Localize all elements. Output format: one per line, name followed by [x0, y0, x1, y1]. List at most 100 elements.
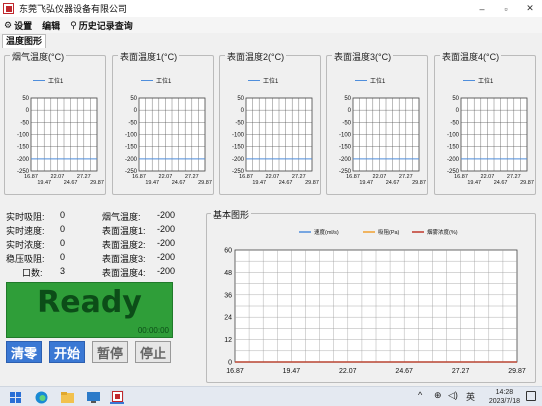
x-tick-label: 27.27 — [77, 174, 91, 180]
gear-icon: ⚙ — [4, 19, 13, 30]
y-tick-label: 50 — [344, 96, 351, 102]
temp-chart-5: 表面温度4(°C) 工位1 50 0 -50 -100 -150 -200 -250 16.87 2… — [434, 50, 536, 195]
y-tick-label: 0 — [456, 108, 460, 114]
stat-value-speed: 0 — [60, 224, 66, 234]
y-tick-label: 24 — [224, 315, 232, 322]
stat-label-surface-temp-3: 表面温度3: — [102, 254, 146, 264]
edge-browser-icon[interactable] — [34, 390, 48, 404]
y-tick-label: -150 — [447, 145, 460, 151]
y-tick-label: 36 — [224, 292, 232, 299]
x-tick-label: 29.87 — [198, 180, 212, 186]
y-tick-label: 50 — [237, 96, 244, 102]
y-tick-label: -100 — [232, 133, 245, 139]
x-tick-label: 29.87 — [520, 180, 534, 186]
tab-row: 温度图形 — [0, 34, 542, 48]
minimize-button[interactable]: – — [470, 0, 494, 17]
stat-value-surface-temp-1: -200 — [157, 224, 176, 234]
menu-settings-label: 设置 — [14, 20, 33, 31]
y-tick-label: -50 — [235, 120, 244, 126]
x-tick-label: 19.47 — [37, 180, 51, 186]
volume-icon[interactable]: ◁) — [448, 390, 458, 401]
stat-label-concentration: 实时浓度: — [6, 240, 45, 250]
x-tick-label: 16.87 — [226, 368, 244, 375]
legend-label: 速度(ml/s) — [314, 228, 339, 236]
menu-edit[interactable]: 编辑 — [42, 19, 60, 32]
y-tick-label: 50 — [22, 96, 29, 102]
x-tick-label: 24.67 — [172, 180, 186, 186]
x-tick-label: 16.87 — [24, 174, 38, 180]
x-tick-label: 22.07 — [481, 174, 495, 180]
menu-settings[interactable]: ⚙ 设置 — [4, 19, 32, 32]
x-tick-label: 24.67 — [395, 368, 413, 375]
stat-label-resistance: 实时吸阻: — [6, 212, 45, 222]
chevron-up-icon[interactable]: ^ — [418, 390, 422, 400]
stop-button[interactable]: 停止 — [135, 341, 171, 363]
windows-start-icon[interactable] — [8, 390, 22, 404]
close-button[interactable]: ✕ — [518, 0, 542, 17]
y-tick-label: -50 — [342, 120, 351, 126]
stat-value-concentration: 0 — [60, 238, 66, 248]
temp-chart-2: 表面温度1(°C) 工位1 50 0 -50 -100 -150 -200 -250 16.87 2… — [112, 50, 214, 195]
x-tick-label: 29.87 — [90, 180, 104, 186]
remote-desktop-icon[interactable] — [86, 390, 100, 404]
ime-indicator[interactable]: 英 — [466, 390, 475, 403]
app-taskbar-icon[interactable] — [110, 390, 124, 404]
file-explorer-icon[interactable] — [60, 390, 74, 404]
y-tick-label: -200 — [339, 157, 352, 163]
stat-label-smoke-temp: 烟气温度: — [102, 212, 141, 222]
x-tick-label: 29.87 — [305, 180, 319, 186]
y-tick-label: -200 — [17, 157, 30, 163]
x-tick-label: 24.67 — [279, 180, 293, 186]
reset-button[interactable]: 清零 — [6, 341, 42, 363]
y-tick-label: 0 — [134, 108, 138, 114]
x-tick-label: 22.07 — [51, 174, 65, 180]
y-tick-label: 48 — [224, 270, 232, 277]
stat-value-surface-temp-4: -200 — [157, 266, 176, 276]
y-tick-label: -150 — [232, 145, 245, 151]
app-logo-icon — [3, 3, 14, 14]
temp-chart-plot: 500-50-100-150-200-25016.87 22.07 27.2719.… — [17, 96, 104, 186]
basic-chart: 速度(ml/s) 吸阻(Pa) 烟雾浓度(%) 60 48 36 24 12 016.87 19.… — [224, 228, 526, 375]
x-tick-label: 22.07 — [339, 368, 357, 375]
x-tick-label: 24.67 — [386, 180, 400, 186]
network-icon[interactable]: ⊕ — [434, 390, 442, 401]
y-tick-label: 50 — [452, 96, 459, 102]
pause-button[interactable]: 暂停 — [92, 341, 128, 363]
taskbar: ^ ⊕ ◁) 英 14:28 2023/7/18 — [0, 386, 542, 406]
x-tick-label: 27.27 — [507, 174, 521, 180]
start-button[interactable]: 开始 — [49, 341, 85, 363]
x-tick-label: 29.87 — [508, 368, 526, 375]
x-tick-label: 16.87 — [132, 174, 146, 180]
maximize-button[interactable]: ▫ — [494, 0, 518, 17]
stat-label-stable-resistance: 稳压吸阻: — [6, 254, 45, 264]
y-tick-label: -100 — [339, 133, 352, 139]
stats-panel: 实时吸阻: 0 实时速度: 0 实时浓度: 0 稳压吸阻: 0 口数: 3 烟气… — [0, 205, 200, 283]
y-tick-label: -150 — [17, 145, 30, 151]
x-tick-label: 27.27 — [185, 174, 199, 180]
x-tick-label: 24.67 — [494, 180, 508, 186]
y-tick-label: -100 — [125, 133, 138, 139]
y-tick-label: 60 — [224, 248, 232, 255]
y-tick-label: 0 — [26, 108, 30, 114]
status-panel: Ready 00:00:00 — [6, 282, 173, 338]
x-tick-label: 29.87 — [412, 180, 426, 186]
tab-temperature-chart[interactable]: 温度图形 — [2, 34, 47, 48]
x-tick-label: 24.67 — [64, 180, 78, 186]
clock[interactable]: 14:28 2023/7/18 — [489, 388, 520, 406]
x-tick-label: 16.87 — [454, 174, 468, 180]
basic-chart-group: 基本图形 速度(ml/s) 吸阻(Pa) 烟雾浓度(%) 60 48 36 24 12 0 16.… — [206, 208, 536, 383]
x-tick-label: 27.27 — [292, 174, 306, 180]
menu-history[interactable]: ⚲ 历史记录查询 — [70, 19, 133, 32]
y-tick-label: -50 — [128, 120, 137, 126]
x-tick-label: 19.47 — [467, 180, 481, 186]
clock-date: 2023/7/18 — [488, 398, 520, 405]
y-tick-label: -150 — [339, 145, 352, 151]
search-icon: ⚲ — [70, 19, 77, 30]
window-controls: – ▫ ✕ — [470, 0, 542, 17]
x-tick-label: 27.27 — [452, 368, 470, 375]
temp-chart-plot: 500-50-100-150-200-25016.87 22.07 27.2719.… — [339, 96, 426, 186]
y-tick-label: -100 — [447, 133, 460, 139]
stat-label-surface-temp-2: 表面温度2: — [102, 240, 146, 250]
y-tick-label: 0 — [241, 108, 245, 114]
notification-icon[interactable] — [526, 391, 536, 401]
